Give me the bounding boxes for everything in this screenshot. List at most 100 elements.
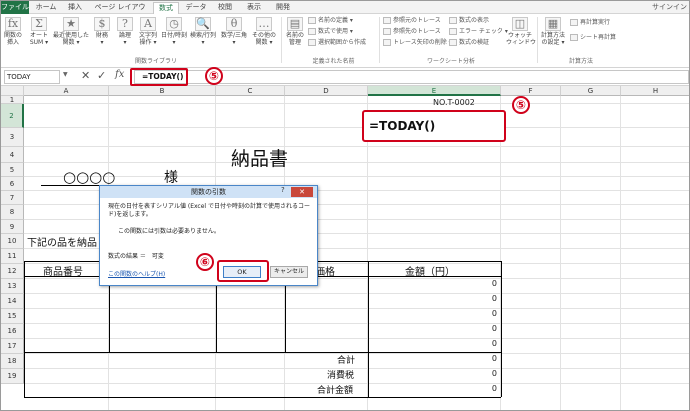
tab-formulas[interactable]: 数式 [153, 2, 179, 14]
group-label-defined-names: 定義された名前 [312, 58, 355, 65]
row-header[interactable]: 3 [1, 128, 24, 147]
trace-dependents-icon [383, 28, 391, 35]
row-header[interactable]: 2 [1, 104, 24, 128]
calculate-sheet-button[interactable]: シート再計算 [570, 34, 616, 42]
group-label-function-library: 関数ライブラリ [134, 58, 177, 65]
tab-developer[interactable]: 開発 [271, 2, 295, 14]
column-header[interactable]: A [24, 86, 109, 96]
financial-button[interactable]: $ 財務 ▾ [92, 17, 112, 46]
calculation-options-button[interactable]: ▦ 計算方法 の設定 ▾ [539, 17, 567, 46]
tab-data[interactable]: データ [184, 2, 208, 14]
column-header[interactable]: F [501, 86, 561, 96]
table-border [501, 261, 502, 397]
gridline [24, 293, 689, 294]
text-icon: A [140, 17, 156, 31]
math-trig-button[interactable]: θ 数学/三角 ▾ [219, 17, 249, 46]
lookup-reference-button[interactable]: 🔍 検索/行列 ▾ [189, 17, 217, 46]
chevron-down-icon[interactable]: ▼ [63, 71, 68, 78]
formula-icon [308, 28, 316, 35]
check-icon[interactable]: ✓ [97, 69, 106, 82]
customer-name: ○○○○ [63, 168, 116, 186]
remove-arrows-button[interactable]: トレース矢印の削除 ▾ [383, 39, 452, 47]
help-icon[interactable]: ? [281, 186, 285, 194]
intro-text: 下記の品を納品 [27, 238, 97, 249]
document-number: NO.T-0002 [433, 98, 475, 107]
row-header[interactable]: 12 [1, 264, 24, 279]
row-header[interactable]: 4 [1, 147, 24, 163]
logical-button[interactable]: ? 論理 ▾ [115, 17, 135, 46]
trace-dependents-button[interactable]: 参照先のトレース [383, 28, 441, 36]
sign-in-link[interactable]: サインイン [652, 2, 687, 12]
calculate-now-button[interactable]: 再計算実行 [570, 19, 610, 27]
star-icon: ★ [63, 17, 79, 31]
amount-cell: 0 [491, 294, 497, 303]
row-header[interactable]: 14 [1, 294, 24, 309]
tab-review[interactable]: 校閲 [213, 2, 237, 14]
row-header[interactable]: 9 [1, 220, 24, 234]
error-checking-button[interactable]: エラー チェック ▾ [449, 28, 508, 36]
amount-cell: 0 [491, 324, 497, 333]
recent-functions-button[interactable]: ★ 最近使用した 関数 ▾ [53, 17, 89, 46]
tab-file[interactable]: ファイル [1, 1, 29, 14]
gridline [24, 103, 689, 104]
row-header[interactable]: 18 [1, 354, 24, 369]
watch-window-button[interactable]: ◫ ウォッチ ウィンドウ [506, 17, 536, 46]
column-header[interactable]: C [216, 86, 285, 96]
sigma-icon: Σ [31, 17, 47, 31]
amount-cell: 0 [491, 369, 497, 378]
use-in-formula-button[interactable]: 数式で使用 ▾ [308, 28, 353, 36]
trace-precedents-button[interactable]: 参照元のトレース [383, 17, 441, 25]
evaluate-formula-button[interactable]: 数式の検証 [449, 39, 489, 47]
gridline [24, 162, 689, 163]
row-header[interactable]: 1 [1, 96, 24, 104]
select-all-corner[interactable] [1, 86, 24, 96]
row-header[interactable]: 16 [1, 324, 24, 339]
column-header[interactable]: B [109, 86, 216, 96]
tab-insert[interactable]: 挿入 [63, 2, 87, 14]
row-header[interactable]: 10 [1, 234, 24, 249]
cell-e2-formula[interactable]: =TODAY() [362, 110, 506, 142]
excel-window: ファイル ホーム 挿入 ページ レイアウト 数式 データ 校閲 表示 開発 サイ… [0, 0, 690, 411]
gridline [24, 353, 689, 354]
cancel-button[interactable]: キャンセル [270, 266, 308, 278]
date-time-button[interactable]: ◷ 日付/時刻 ▾ [161, 17, 187, 46]
group-label-calculation: 計算方法 [568, 58, 593, 65]
name-box[interactable]: TODAY [4, 70, 60, 84]
fx-icon[interactable]: fx [115, 69, 124, 80]
row-header[interactable]: 17 [1, 339, 24, 354]
row-header[interactable]: 8 [1, 205, 24, 220]
show-formulas-button[interactable]: 数式の表示 [449, 17, 489, 25]
row-header[interactable]: 13 [1, 279, 24, 294]
tab-home[interactable]: ホーム [34, 2, 58, 14]
text-button[interactable]: A 文字列 操作 ▾ [137, 17, 159, 46]
amount-cell: 0 [491, 309, 497, 318]
tab-view[interactable]: 表示 [242, 2, 266, 14]
column-header[interactable]: D [285, 86, 368, 96]
amount-cell: 0 [491, 279, 497, 288]
formula-highlight-box [130, 68, 188, 86]
more-functions-button[interactable]: … その他の 関数 ▾ [251, 17, 277, 46]
create-from-selection-button[interactable]: 選択範囲から作成 [308, 39, 366, 47]
column-header[interactable]: H [621, 86, 689, 96]
row-header[interactable]: 11 [1, 249, 24, 264]
group-separator [537, 17, 538, 63]
define-name-button[interactable]: 名前の定義 ▾ [308, 17, 353, 25]
trace-precedents-icon [383, 17, 391, 24]
row-header[interactable]: 19 [1, 369, 24, 384]
autosum-button[interactable]: Σ オート SUM ▾ [27, 17, 51, 46]
row-header[interactable]: 7 [1, 191, 24, 205]
row-header[interactable]: 5 [1, 163, 24, 177]
column-header[interactable]: G [561, 86, 621, 96]
name-manager-button[interactable]: ▤ 名前の 管理 [284, 17, 306, 46]
gridline [24, 146, 689, 147]
gridline [24, 176, 689, 177]
row-header[interactable]: 6 [1, 177, 24, 191]
step-marker-6: ⑥ [196, 253, 214, 271]
column-header[interactable]: E [368, 86, 501, 96]
insert-function-button[interactable]: fx 関数の 挿入 [3, 17, 23, 46]
close-button[interactable]: ✕ [291, 187, 313, 197]
tab-page-layout[interactable]: ページ レイアウト [91, 2, 149, 22]
function-help-link[interactable]: この関数のヘルプ(H) [108, 269, 165, 278]
cancel-icon[interactable]: ✕ [81, 69, 90, 82]
row-header[interactable]: 15 [1, 309, 24, 324]
